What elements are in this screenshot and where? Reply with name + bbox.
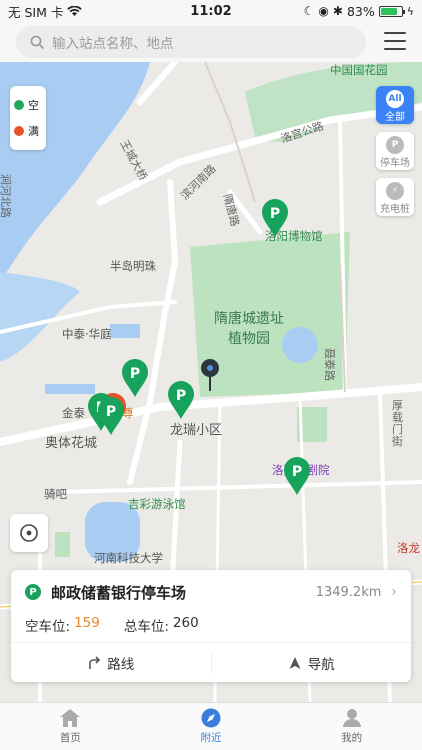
legend-full-label: 满 [28, 125, 39, 138]
route-button[interactable]: 路线 [11, 643, 211, 682]
navigate-label: 导航 [307, 656, 335, 673]
tab-profile-label: 我的 [341, 732, 363, 744]
legend-free-dot [14, 100, 24, 110]
map-label-park-line2: 植物园 [228, 331, 270, 347]
map-label-nietai-road: 聂泰路 [323, 348, 336, 381]
parking-pin-longrui[interactable]: P [166, 380, 196, 420]
filter-parking-button[interactable]: P 停车场 [376, 132, 414, 170]
availability-legend: 空 满 [10, 86, 46, 150]
free-spaces-label: 空车位: [25, 619, 71, 635]
all-icon: All [386, 90, 404, 108]
compass-icon [201, 708, 221, 728]
parking-icon: P [25, 584, 41, 600]
legend-free: 空 [14, 92, 42, 118]
total-spaces-value: 260 [172, 615, 199, 631]
charging-pile-icon: ⚡ [386, 182, 404, 200]
home-icon [60, 709, 81, 727]
parking-pin-opera[interactable]: P [282, 456, 312, 496]
total-spaces-label: 总车位: [123, 619, 169, 635]
map-label-flower-garden: 中国国花园 [330, 63, 388, 77]
map-label-aoti: 奥体花城 [45, 436, 98, 451]
map-label-park-line1: 隋唐城遗址 [214, 311, 284, 327]
crosshair-icon [20, 524, 38, 542]
filter-charging-label: 充电桩 [380, 204, 410, 215]
legend-full: 满 [14, 118, 42, 144]
filter-all-button[interactable]: All 全部 [376, 86, 414, 124]
svg-text:P: P [176, 388, 186, 404]
route-icon [89, 655, 101, 669]
filter-charging-button[interactable]: ⚡ 充电桩 [376, 178, 414, 216]
parking-stats: 空车位: 159 总车位: 260 [25, 615, 199, 635]
tab-profile[interactable]: 我的 [281, 703, 422, 750]
chevron-right-icon[interactable]: › [391, 584, 397, 600]
map-label-longrui: 龙瑞小区 [170, 423, 223, 438]
menu-icon[interactable] [384, 32, 406, 50]
map-label-jianhe-north: 涧河北路 [0, 174, 12, 218]
svg-text:P: P [106, 404, 116, 420]
map-label-peninsula: 半岛明珠 [110, 259, 156, 273]
parking-icon: P [386, 136, 404, 154]
map-label-qiba: 骑吧 [44, 487, 67, 501]
parking-pin-jintai-2[interactable]: P [96, 396, 126, 436]
map-label-jicai-pool: 吉彩游泳馆 [128, 497, 186, 511]
card-title-row[interactable]: P 邮政储蓄银行停车场 1349.2km › [25, 580, 397, 604]
map-label-henan-univ: 河南科技大学 [94, 551, 163, 565]
parking-distance: 1349.2km [315, 584, 382, 600]
svg-text:P: P [270, 206, 280, 222]
search-input[interactable]: 输入站点名称、地点 [16, 26, 366, 58]
tab-nearby[interactable]: 附近 [141, 703, 282, 750]
parking-pin-museum[interactable]: P [260, 198, 290, 238]
parking-name: 邮政储蓄银行停车场 [51, 583, 187, 602]
navigation-arrow-icon [289, 656, 301, 669]
legend-free-label: 空 [28, 99, 39, 112]
status-time: 11:02 [190, 3, 232, 19]
svg-text:P: P [292, 464, 302, 480]
filter-all-label: 全部 [385, 112, 405, 123]
map-label-jintai: 金泰 [62, 406, 85, 420]
search-placeholder: 输入站点名称、地点 [52, 36, 174, 52]
navigate-button[interactable]: 导航 [212, 643, 412, 682]
status-bar: 无 SIM 卡 11:02 ☾ ◉ ✱ 83% ϟ [0, 0, 422, 22]
battery-icon [378, 5, 405, 17]
tab-home[interactable]: 首页 [0, 703, 141, 750]
tab-bar: 首页 附近 我的 [0, 702, 422, 750]
route-label: 路线 [107, 656, 135, 673]
map-label-luolong: 洛龙 [397, 541, 420, 555]
user-icon [342, 709, 361, 727]
free-spaces-value: 159 [74, 615, 100, 631]
locate-button[interactable] [10, 514, 48, 552]
map-label-houzai-street: 厚载门街 [392, 399, 403, 449]
filter-parking-label: 停车场 [380, 158, 410, 169]
legend-full-dot [14, 126, 24, 136]
tab-nearby-label: 附近 [200, 732, 222, 744]
current-location-marker [201, 359, 219, 391]
search-icon [30, 35, 44, 49]
parking-info-card[interactable]: P 邮政储蓄银行停车场 1349.2km › 空车位: 159 总车位: 260… [11, 570, 411, 682]
svg-text:P: P [130, 366, 140, 382]
tab-home-label: 首页 [59, 732, 81, 744]
map-label-zhongtai: 中泰·华庭 [62, 327, 112, 341]
search-header: 输入站点名称、地点 [0, 22, 422, 62]
